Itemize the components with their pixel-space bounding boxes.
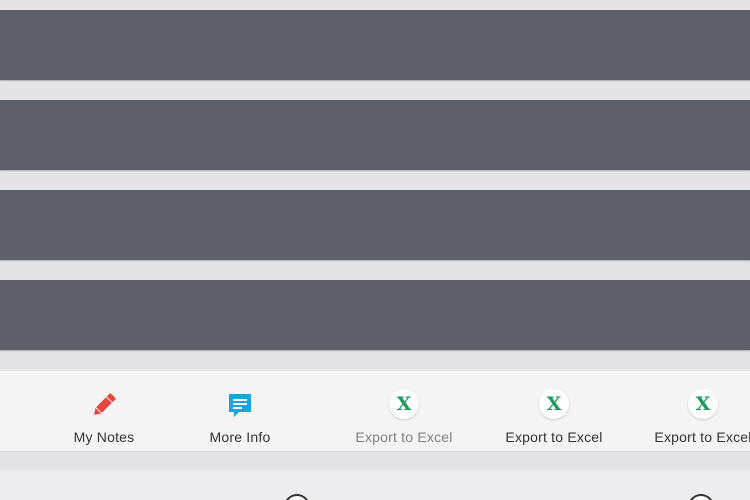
export-excel-label: Export to Excel [505, 429, 603, 445]
excel-icon-glyph: X [396, 393, 412, 415]
bottom-bar [0, 470, 750, 500]
excel-icon: X [388, 389, 420, 421]
circle-icon[interactable] [284, 494, 310, 500]
export-excel-label: Export to Excel [654, 429, 750, 445]
more-info-button[interactable]: More Info [208, 389, 272, 445]
export-excel-button[interactable]: X Export to Excel [505, 389, 602, 445]
excel-icon: X [687, 389, 719, 421]
my-notes-label: My Notes [73, 429, 135, 445]
content-panel[interactable] [0, 100, 750, 170]
excel-icon-glyph: X [546, 393, 562, 415]
more-info-label: More Info [209, 429, 271, 445]
content-panel[interactable] [0, 10, 750, 80]
pencil-icon [88, 389, 120, 421]
excel-icon: X [538, 389, 570, 421]
export-excel-button[interactable]: X Export to Excel [355, 389, 452, 445]
export-excel-label: Export to Excel [355, 429, 453, 445]
content-panel[interactable] [0, 280, 750, 350]
excel-icon-glyph: X [695, 393, 711, 415]
content-panel[interactable] [0, 190, 750, 260]
app-screen: My Notes More Info X Export to Excel X E… [0, 0, 750, 500]
circle-icon[interactable] [688, 494, 714, 500]
export-excel-button[interactable]: X Export to Excel [654, 389, 750, 445]
chat-bubble-icon [224, 389, 256, 421]
action-toolbar: My Notes More Info X Export to Excel X E… [0, 370, 750, 452]
my-notes-button[interactable]: My Notes [72, 389, 136, 445]
